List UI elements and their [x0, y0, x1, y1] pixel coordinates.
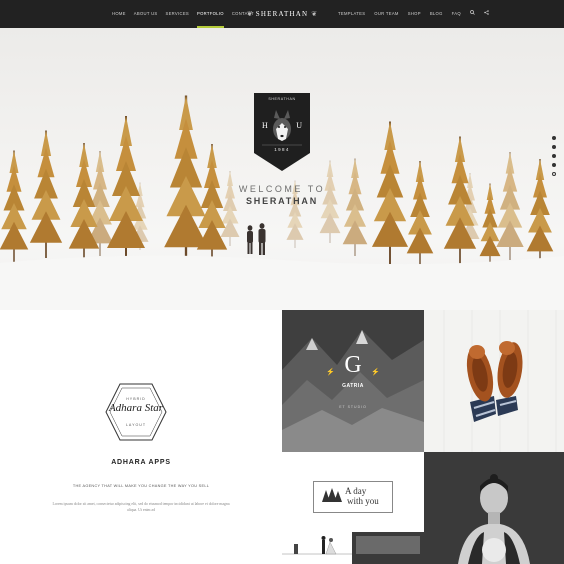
hero-section: SHERATHAN H U 1984 WELCOME TO SHERATHAN [0, 28, 564, 310]
apps-tagline: THE AGENCY THAT WILL MAKE YOU CHANGE THE… [72, 484, 210, 488]
bolt-right-icon: ⚡ [371, 369, 380, 376]
nav-item-portfolio[interactable]: Portfolio [197, 0, 224, 28]
slide-dot-5[interactable] [552, 172, 556, 176]
hex-bottom-text: LAYOUT [125, 423, 147, 427]
bolt-left-icon: ⚡ [326, 369, 335, 376]
laurel-left-icon: ❦ [246, 11, 253, 18]
nav-item-our-team[interactable]: Our Team [374, 0, 398, 28]
portfolio-tile-gatria[interactable]: G ⚡ ⚡ GATRIA ET STUDIO [282, 310, 424, 452]
hex-top-text: HYBRID [126, 397, 146, 401]
share-icon[interactable] [484, 0, 489, 28]
a-day-line-1: A day [345, 486, 367, 496]
hero-brand-text: SHERATHAN [245, 196, 319, 206]
gatria-name: GATRIA [342, 383, 364, 389]
top-nav: Home About Us Services Portfolio Contact… [0, 0, 564, 28]
slide-dot-3[interactable] [552, 154, 556, 158]
wedding-photo-image [282, 532, 424, 564]
laurel-right-icon: ❦ [311, 11, 318, 18]
logo-text: SHERATHAN [255, 10, 309, 18]
slide-pagination [552, 136, 556, 176]
slide-dot-2[interactable] [552, 145, 556, 149]
person-portrait-image [424, 452, 564, 564]
badge-year: 1984 [274, 147, 290, 152]
portfolio-tile-person[interactable] [424, 452, 564, 564]
nav-item-shop[interactable]: Shop [408, 0, 421, 28]
portfolio-tile-shoes[interactable] [424, 310, 564, 452]
nav-item-blog[interactable]: Blog [430, 0, 443, 28]
hex-script-text: Adhara Star [108, 402, 164, 414]
shoes-image [424, 310, 564, 452]
apps-panel: HYBRID Adhara Star LAYOUT ADHARA APPS TH… [0, 310, 282, 564]
badge-right-letter: U [296, 121, 302, 130]
nav-right-menu: Templates Our Team Shop Blog FAQ [338, 0, 489, 28]
a-day-title: A day with you [345, 486, 391, 506]
apps-body-text: Lorem ipsum dolor sit amet, consectetur … [52, 502, 230, 512]
gatria-subtitle: ET STUDIO [339, 405, 367, 409]
hero-badge: SHERATHAN H U 1984 [254, 93, 310, 171]
pine-trees-icon [322, 488, 342, 502]
gatria-logo-letter: G [344, 352, 362, 378]
badge-top-text: SHERATHAN [268, 97, 296, 101]
mountain-image [282, 310, 424, 452]
search-icon[interactable] [470, 0, 475, 28]
nav-left-menu: Home About Us Services Portfolio Contact [112, 0, 254, 28]
a-day-line-2: with you [347, 496, 379, 506]
hero-welcome-text: WELCOME TO [238, 184, 326, 194]
site-logo[interactable]: ❦ SHERATHAN ❦ [247, 0, 317, 28]
portfolio-tile-a-day[interactable]: A day with you [282, 452, 424, 564]
nav-item-home[interactable]: Home [112, 0, 126, 28]
apps-title: ADHARA APPS [111, 459, 171, 466]
nav-item-about[interactable]: About Us [134, 0, 158, 28]
nav-item-templates[interactable]: Templates [338, 0, 365, 28]
nav-item-faq[interactable]: FAQ [452, 0, 461, 28]
nav-item-services[interactable]: Services [166, 0, 190, 28]
slide-dot-1[interactable] [552, 136, 556, 140]
badge-left-letter: H [262, 121, 268, 130]
slide-dot-4[interactable] [552, 163, 556, 167]
badge-shield-icon [254, 93, 310, 171]
